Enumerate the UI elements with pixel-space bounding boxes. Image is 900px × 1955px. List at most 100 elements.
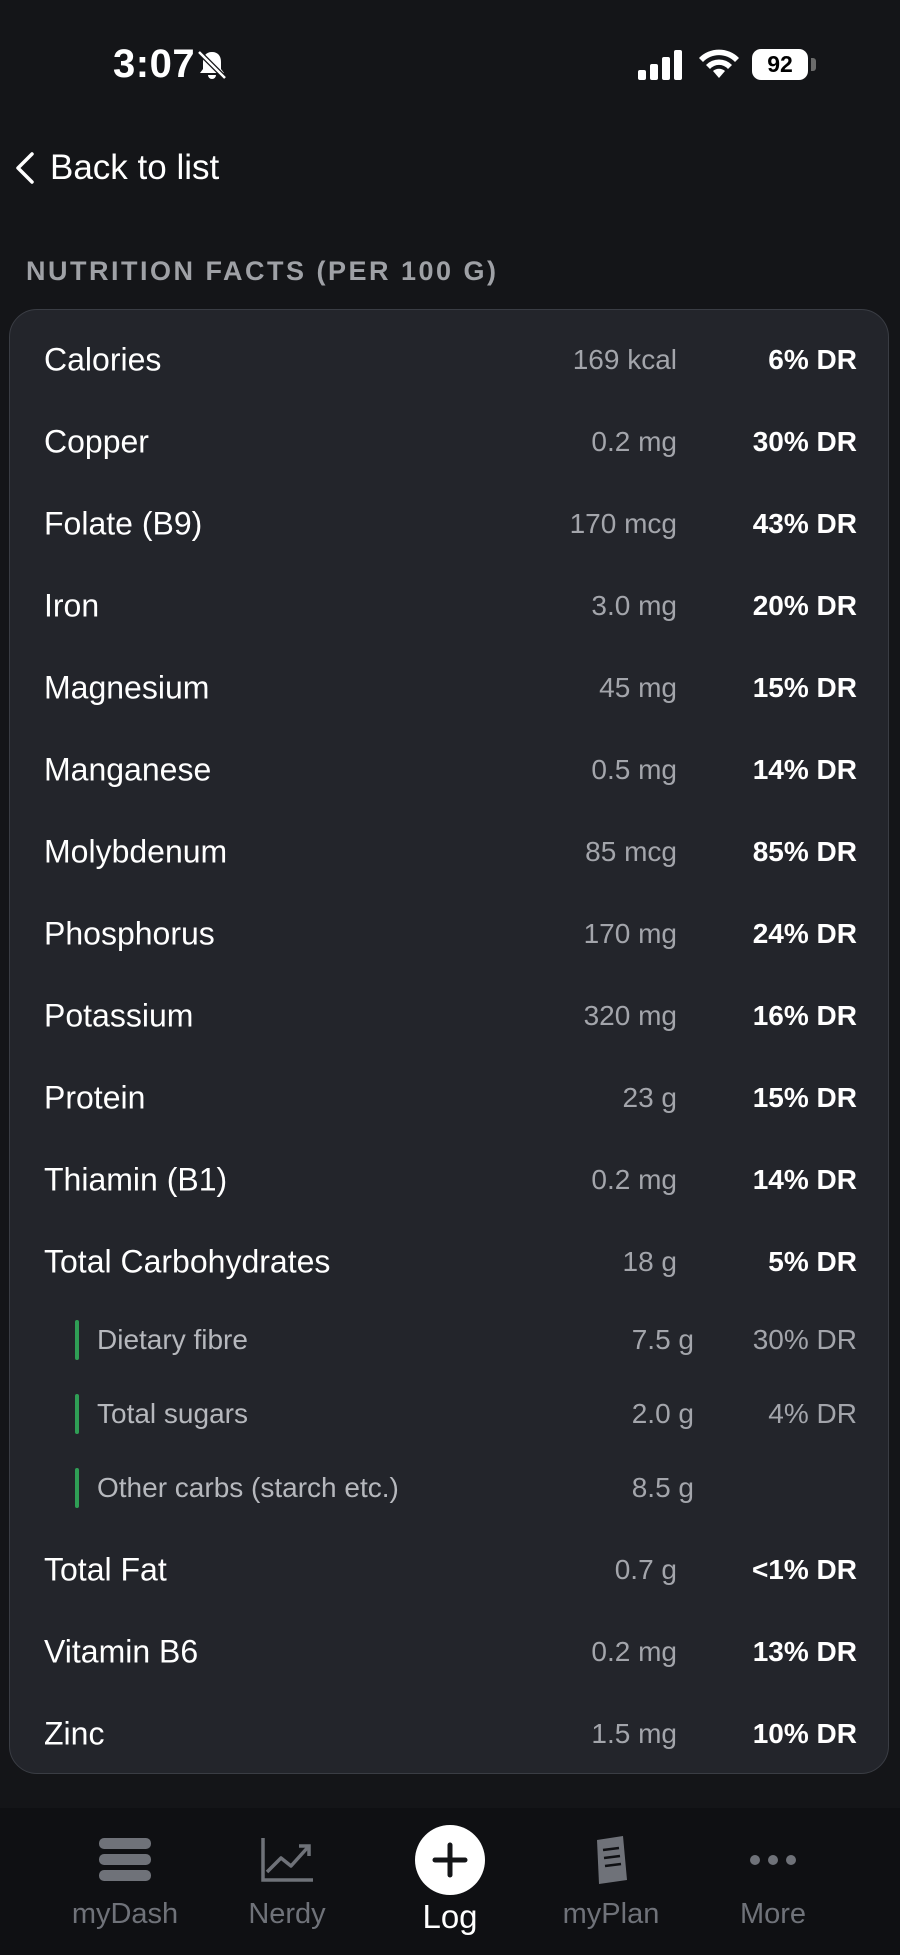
nutrient-row: Folate (B9) 170 mcg 43% DR xyxy=(10,483,890,565)
nutrient-name: Thiamin (B1) xyxy=(44,1161,228,1198)
nutrient-daily-requirement: <1% DR xyxy=(751,1554,857,1585)
nutrient-row: Magnesium 45 mg 15% DR xyxy=(10,647,890,729)
nutrient-daily-requirement: 14% DR xyxy=(752,1164,857,1195)
nutrient-name: Total Fat xyxy=(44,1551,167,1588)
nutrient-amount: 0.2 mg xyxy=(591,426,677,457)
nutrient-row: Potassium 320 mg 16% DR xyxy=(10,975,890,1057)
nutrient-name: Manganese xyxy=(44,751,212,788)
carb-breakdown-amount: 8.5 g xyxy=(631,1472,694,1503)
signal-icon xyxy=(638,50,682,80)
nutrient-amount: 320 mg xyxy=(583,1000,677,1031)
tab-label: myPlan xyxy=(562,1898,660,1930)
nutrient-name: Molybdenum xyxy=(44,833,228,870)
wifi-icon xyxy=(699,49,739,78)
nutrient-daily-requirement: 6% DR xyxy=(768,344,857,375)
nutrient-name: Calories xyxy=(44,341,162,378)
nutrient-name: Folate (B9) xyxy=(44,505,203,542)
nutrient-daily-requirement: 5% DR xyxy=(768,1246,857,1277)
tab-mydash[interactable]: myDash xyxy=(45,1808,205,1955)
nutrient-row: Protein 23 g 15% DR xyxy=(10,1057,890,1139)
carb-breakdown-row: Other carbs (starch etc.) 8.5 g xyxy=(10,1451,890,1525)
carb-breakdown-daily-requirement: 4% DR xyxy=(768,1398,857,1429)
nutrient-row: Phosphorus 170 mg 24% DR xyxy=(10,893,890,975)
nutrient-name: Total Carbohydrates xyxy=(44,1243,331,1280)
nutrient-daily-requirement: 43% DR xyxy=(752,508,857,539)
nutrient-row: Iron 3.0 mg 20% DR xyxy=(10,565,890,647)
nutrient-row: Copper 0.2 mg 30% DR xyxy=(10,401,890,483)
carb-breakdown-amount: 7.5 g xyxy=(631,1324,694,1355)
nutrient-amount: 18 g xyxy=(622,1246,678,1277)
nutrient-amount: 0.5 mg xyxy=(591,754,677,785)
indent-bar xyxy=(75,1468,79,1508)
nutrient-amount: 170 mg xyxy=(583,918,677,949)
nutrient-name: Copper xyxy=(44,423,149,460)
status-time: 3:07 xyxy=(113,42,196,86)
nutrient-daily-requirement: 15% DR xyxy=(752,1082,857,1113)
tab-label: myDash xyxy=(71,1898,179,1930)
tab-log[interactable]: Log xyxy=(370,1808,530,1955)
nutrient-name: Vitamin B6 xyxy=(44,1633,199,1670)
nutrient-daily-requirement: 16% DR xyxy=(752,1000,857,1031)
carb-breakdown-name: Other carbs (starch etc.) xyxy=(97,1472,399,1503)
nutrient-row: Calories 169 kcal 6% DR xyxy=(10,319,890,401)
document-icon xyxy=(597,1836,627,1884)
nutrient-name: Magnesium xyxy=(44,669,210,706)
back-label: Back to list xyxy=(50,148,220,187)
nutrient-daily-requirement: 85% DR xyxy=(752,836,857,867)
battery-cap xyxy=(811,58,816,71)
nutrient-daily-requirement: 24% DR xyxy=(752,918,857,949)
nutrient-row: Molybdenum 85 mcg 85% DR xyxy=(10,811,890,893)
tab-label: More xyxy=(739,1898,807,1930)
nutrient-amount: 0.2 mg xyxy=(591,1636,677,1667)
tab-more[interactable]: More xyxy=(693,1808,853,1955)
carb-breakdown-name: Total sugars xyxy=(97,1398,248,1429)
nutrient-daily-requirement: 14% DR xyxy=(752,754,857,785)
nutrient-name: Phosphorus xyxy=(44,915,215,952)
nutrient-amount: 23 g xyxy=(622,1082,678,1113)
nutrient-amount: 85 mcg xyxy=(585,836,677,867)
ellipsis-icon xyxy=(750,1855,796,1865)
tab-nerdy[interactable]: Nerdy xyxy=(207,1808,367,1955)
tab-bar: myDash Nerdy Log myPlan More xyxy=(0,1808,900,1955)
nutrient-name: Protein xyxy=(44,1079,146,1116)
nutrient-amount: 3.0 mg xyxy=(591,590,677,621)
hamburger-stack-icon xyxy=(99,1838,151,1881)
carb-breakdown-daily-requirement: 30% DR xyxy=(752,1324,857,1355)
nutrient-name: Zinc xyxy=(44,1715,105,1752)
indent-bar xyxy=(75,1394,79,1434)
chevron-left-icon xyxy=(16,152,34,184)
nutrient-daily-requirement: 13% DR xyxy=(752,1636,857,1667)
tab-label: Nerdy xyxy=(248,1898,326,1930)
nutrient-row: Thiamin (B1) 0.2 mg 14% DR xyxy=(10,1139,890,1221)
line-chart-icon xyxy=(261,1838,313,1882)
nutrient-amount: 169 kcal xyxy=(572,344,677,375)
carb-breakdown-name: Dietary fibre xyxy=(97,1324,248,1355)
nutrient-row: Zinc 1.5 mg 10% DR xyxy=(10,1693,890,1775)
tab-myplan[interactable]: myPlan xyxy=(531,1808,691,1955)
status-bar: 3:07 92 xyxy=(0,0,900,130)
plus-circle-icon xyxy=(415,1825,485,1895)
nutrient-row: Vitamin B6 0.2 mg 13% DR xyxy=(10,1611,890,1693)
nutrient-amount: 1.5 mg xyxy=(591,1718,677,1749)
indent-bar xyxy=(75,1320,79,1360)
section-title: NUTRITION FACTS (PER 100 G) xyxy=(26,256,499,286)
back-to-list-button[interactable]: Back to list xyxy=(12,138,219,198)
carb-breakdown-row: Dietary fibre 7.5 g 30% DR xyxy=(10,1303,890,1377)
nutrition-facts-card: Calories 169 kcal 6% DR Copper 0.2 mg 30% DR F… xyxy=(9,309,889,1774)
nutrient-row: Manganese 0.5 mg 14% DR xyxy=(10,729,890,811)
nutrient-name: Potassium xyxy=(44,997,194,1034)
nutrient-daily-requirement: 20% DR xyxy=(752,590,857,621)
nutrient-daily-requirement: 15% DR xyxy=(752,672,857,703)
nutrient-amount: 0.7 g xyxy=(614,1554,677,1585)
nutrient-daily-requirement: 30% DR xyxy=(752,426,857,457)
nutrient-amount: 0.2 mg xyxy=(591,1164,677,1195)
battery-icon: 92 xyxy=(752,49,808,80)
nutrient-amount: 45 mg xyxy=(599,672,677,703)
nutrient-row: Total Fat 0.7 g <1% DR xyxy=(10,1529,890,1611)
carb-breakdown-amount: 2.0 g xyxy=(631,1398,694,1429)
nutrient-daily-requirement: 10% DR xyxy=(752,1718,857,1749)
carb-breakdown-row: Total sugars 2.0 g 4% DR xyxy=(10,1377,890,1451)
nutrient-amount: 170 mcg xyxy=(569,508,677,539)
nutrient-name: Iron xyxy=(44,587,100,624)
bell-slash-icon xyxy=(197,50,227,80)
